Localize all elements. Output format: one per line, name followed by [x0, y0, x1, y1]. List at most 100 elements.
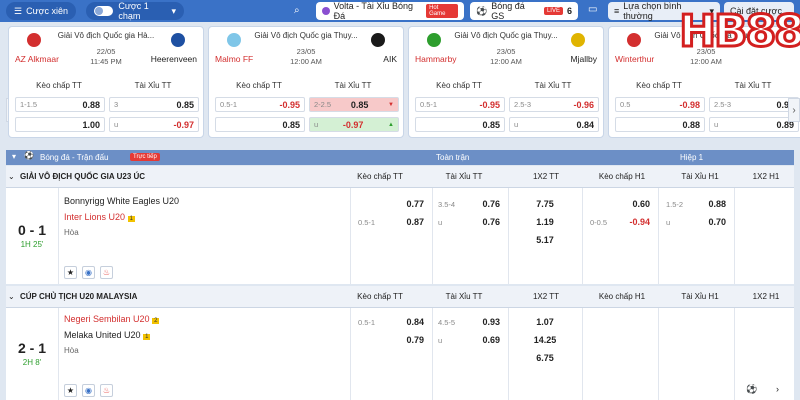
hot-fire-icon[interactable]: ♨	[100, 384, 113, 397]
full-time-header: Toàn trận	[436, 153, 470, 162]
league-header[interactable]: ⌄ CÚP CHỦ TỊCH U20 MALAYSIA Kèo chấp TT …	[6, 286, 794, 308]
one-click-label: Cược 1 chạm	[118, 1, 149, 21]
card-handicap-header: Kèo chấp TT	[36, 81, 82, 90]
match-row: 2 - 1 2H 8' Negeri Sembilan U20 2 Melaka…	[6, 308, 794, 400]
yellow-card-icon: 1	[143, 334, 151, 340]
chevron-down-icon: ⌄	[8, 292, 15, 301]
odds-button[interactable]: u 0.69	[434, 332, 504, 348]
volta-icon	[322, 7, 330, 15]
football-gs-tab[interactable]: ⚽ Bóng đá GS LIVE 6	[470, 1, 578, 21]
odds-button[interactable]: u 0.89	[709, 117, 799, 132]
odds-button[interactable]: 6.75	[510, 350, 580, 366]
col-header: 1X2 TT	[532, 172, 560, 181]
odds-button[interactable]: 1.5-2 0.88	[662, 196, 730, 212]
toggle-icon	[94, 6, 114, 16]
col-header: Tài Xỉu TT	[445, 172, 483, 181]
odds-button[interactable]: 0-0.5 -0.94	[586, 214, 654, 230]
odds-button[interactable]: u 0.70	[662, 214, 730, 230]
screen-icon[interactable]: ▭	[588, 4, 597, 15]
odds-button[interactable]: 0.5-1 0.84	[354, 314, 428, 330]
odds-button[interactable]: 1-1.5 0.88	[15, 97, 105, 112]
soccer-ball-icon[interactable]: ⚽	[746, 384, 757, 395]
match-card[interactable]: Giải Vô địch Quốc gia Thụy... 23/05 12:00…	[208, 26, 404, 138]
draw-label: Hòa	[64, 346, 79, 355]
odds-button[interactable]: 0.5-1 0.87	[354, 214, 428, 230]
watch-eye-icon[interactable]: ◉	[82, 384, 95, 397]
chevron-right-icon[interactable]: ›	[776, 384, 779, 394]
collapse-icon[interactable]: ▾	[12, 152, 16, 161]
soccer-ball-icon: ⚽	[24, 151, 34, 160]
favorite-star-icon[interactable]: ★	[64, 384, 77, 397]
live-badge: LIVE	[543, 7, 563, 15]
one-click-bet-toggle[interactable]: Cược 1 chạm ▾	[86, 1, 184, 21]
match-time: 1H 25'	[20, 240, 44, 249]
hot-fire-icon[interactable]: ♨	[100, 266, 113, 279]
watch-eye-icon[interactable]: ◉	[82, 266, 95, 279]
col-header: Tài Xỉu TT	[445, 292, 483, 301]
home-team: Negeri Sembilan U20 2	[64, 314, 160, 324]
odds-button[interactable]: 4.5-5 0.93	[434, 314, 504, 330]
live-tag: Trực tiếp	[130, 153, 160, 161]
volta-tab[interactable]: Volta - Tài Xỉu Bóng Đá Hot Game	[316, 1, 464, 21]
hot-game-badge: Hot Game	[426, 4, 458, 18]
odds-button[interactable]: 3.5-4 0.76	[434, 196, 504, 212]
chevron-down-icon: ▾	[171, 5, 176, 16]
col-header: Kèo chấp TT	[357, 292, 403, 301]
chevron-right-icon: ›	[792, 104, 796, 116]
parlay-button[interactable]: ☰ Cược xiên	[6, 2, 77, 20]
odds-button[interactable]: 0.5-1 -0.95	[215, 97, 305, 112]
match-score: 2 - 1	[17, 340, 46, 356]
first-half-header: Hiệp 1	[680, 153, 704, 162]
odds-button[interactable]: 0.5-1 -0.95	[415, 97, 505, 112]
odds-button[interactable]: 0.77	[354, 196, 428, 212]
card-ou-header: Tài Xỉu TT	[334, 81, 372, 90]
odds-button[interactable]: 7.75	[510, 196, 580, 212]
carousel-next-button[interactable]: ›	[788, 98, 800, 122]
odds-button[interactable]: 1.19	[510, 214, 580, 230]
soccer-ball-icon: ⚽	[476, 5, 488, 16]
league-name: GIẢI VÔ ĐỊCH QUỐC GIA U23 ÚC	[20, 172, 146, 181]
card-handicap-header: Kèo chấp TT	[436, 81, 482, 90]
hb88-logo: HB88	[678, 4, 800, 58]
list-icon: ☰	[14, 5, 23, 16]
draw-label: Hòa	[64, 228, 79, 237]
search-icon[interactable]: ⌕	[294, 5, 300, 16]
odds-button[interactable]: 0.88	[615, 117, 705, 132]
market-title: Bóng đá - Trận đấu	[40, 153, 109, 162]
favorite-star-icon[interactable]: ★	[64, 266, 77, 279]
odds-button[interactable]: u 0.76	[434, 214, 504, 230]
odds-button[interactable]: u 0.84	[509, 117, 599, 132]
card-home-team: AZ Alkmaar	[15, 54, 59, 64]
odds-button[interactable]: 2-2.5 0.85 ▼	[309, 97, 399, 112]
league-header[interactable]: ⌄ GIẢI VÔ ĐỊCH QUỐC GIA U23 ÚC Kèo chấp …	[6, 166, 794, 188]
card-league: Giải Vô địch Quốc gia Thụy...	[454, 31, 558, 40]
odds-button[interactable]: 0.85	[215, 117, 305, 132]
odds-button[interactable]: 0.5 -0.98	[615, 97, 705, 112]
odds-button[interactable]: 3 0.85	[109, 97, 199, 112]
card-ou-header: Tài Xỉu TT	[134, 81, 172, 90]
odds-button[interactable]: 1.00	[15, 117, 105, 132]
football-gs-label: Bóng đá GS	[491, 1, 525, 21]
card-ou-header: Tài Xỉu TT	[534, 81, 572, 90]
card-away-team: Mjallby	[570, 54, 597, 64]
match-card[interactable]: Giải Vô địch Quốc gia Hà... 22/05 11:45 P…	[8, 26, 204, 138]
odds-button[interactable]: u -0.97 ▲	[309, 117, 399, 132]
odds-button[interactable]: u -0.97	[109, 117, 199, 132]
filter-icon: ≡	[614, 6, 620, 16]
col-header: 1X2 H1	[752, 292, 780, 301]
match-card[interactable]: Giải Vô địch Quốc gia Thụy... 23/05 12:00…	[408, 26, 604, 138]
card-handicap-header: Kèo chấp TT	[236, 81, 282, 90]
odds-button[interactable]: 0.79	[354, 332, 428, 348]
odds-button[interactable]: 0.60	[586, 196, 654, 212]
odds-button[interactable]: 5.17	[510, 232, 580, 248]
odds-button[interactable]: 1.07	[510, 314, 580, 330]
odds-button[interactable]: 2.5-3 -0.96	[509, 97, 599, 112]
col-header: Kèo chấp TT	[357, 172, 403, 181]
parlay-label: Cược xiên	[26, 6, 69, 16]
card-ou-header: Tài Xỉu TT	[734, 81, 772, 90]
yellow-card-icon: 2	[152, 318, 160, 324]
odds-button[interactable]: 14.25	[510, 332, 580, 348]
arrow-up-icon: ▲	[388, 121, 394, 128]
odds-button[interactable]: 2.5-3 0.99	[709, 97, 799, 112]
odds-button[interactable]: 0.85	[415, 117, 505, 132]
